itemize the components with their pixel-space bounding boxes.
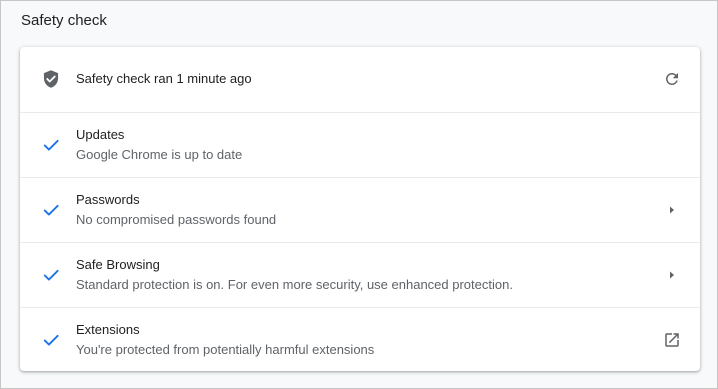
extensions-text-block: Extensions You're protected from potenti… xyxy=(76,308,640,372)
safe-browsing-subtitle: Standard protection is on. For even more… xyxy=(76,277,513,292)
safe-browsing-title: Safe Browsing xyxy=(76,257,160,272)
safe-browsing-open-button[interactable] xyxy=(658,261,686,289)
status-text-block: Safety check ran 1 minute ago xyxy=(76,47,640,111)
passwords-text-block: Passwords No compromised passwords found xyxy=(76,178,640,242)
safe-browsing-text-block: Safe Browsing Standard protection is on.… xyxy=(76,243,640,307)
extensions-row[interactable]: Extensions You're protected from potenti… xyxy=(20,307,700,371)
passwords-open-button[interactable] xyxy=(658,196,686,224)
updates-subtitle: Google Chrome is up to date xyxy=(76,147,243,162)
section-title: Safety check xyxy=(21,12,107,29)
settings-page: Safety check Safety check ran 1 minute a… xyxy=(0,0,718,389)
extensions-subtitle: You're protected from potentially harmfu… xyxy=(76,342,375,357)
extensions-open-button[interactable] xyxy=(658,326,686,354)
status-label: Safety check ran 1 minute ago xyxy=(76,71,252,86)
passwords-subtitle: No compromised passwords found xyxy=(76,212,277,227)
extensions-title: Extensions xyxy=(76,322,140,337)
shield-check-icon xyxy=(41,69,61,89)
updates-title: Updates xyxy=(76,127,125,142)
updates-text-block: Updates Google Chrome is up to date xyxy=(76,113,640,177)
arrow-right-icon xyxy=(666,269,678,281)
updates-row: Updates Google Chrome is up to date xyxy=(20,112,700,176)
refresh-icon xyxy=(663,70,681,88)
checkmark-icon xyxy=(41,330,61,350)
passwords-title: Passwords xyxy=(76,192,140,207)
passwords-row[interactable]: Passwords No compromised passwords found xyxy=(20,177,700,241)
arrow-right-icon xyxy=(666,204,678,216)
safe-browsing-row[interactable]: Safe Browsing Standard protection is on.… xyxy=(20,242,700,306)
refresh-button[interactable] xyxy=(658,65,686,93)
checkmark-icon xyxy=(41,200,61,220)
safety-check-status-row: Safety check ran 1 minute ago xyxy=(20,47,700,111)
checkmark-icon xyxy=(41,135,61,155)
checkmark-icon xyxy=(41,265,61,285)
open-in-new-icon xyxy=(663,331,681,349)
safety-check-card: Safety check ran 1 minute ago Updates Go… xyxy=(20,47,700,371)
